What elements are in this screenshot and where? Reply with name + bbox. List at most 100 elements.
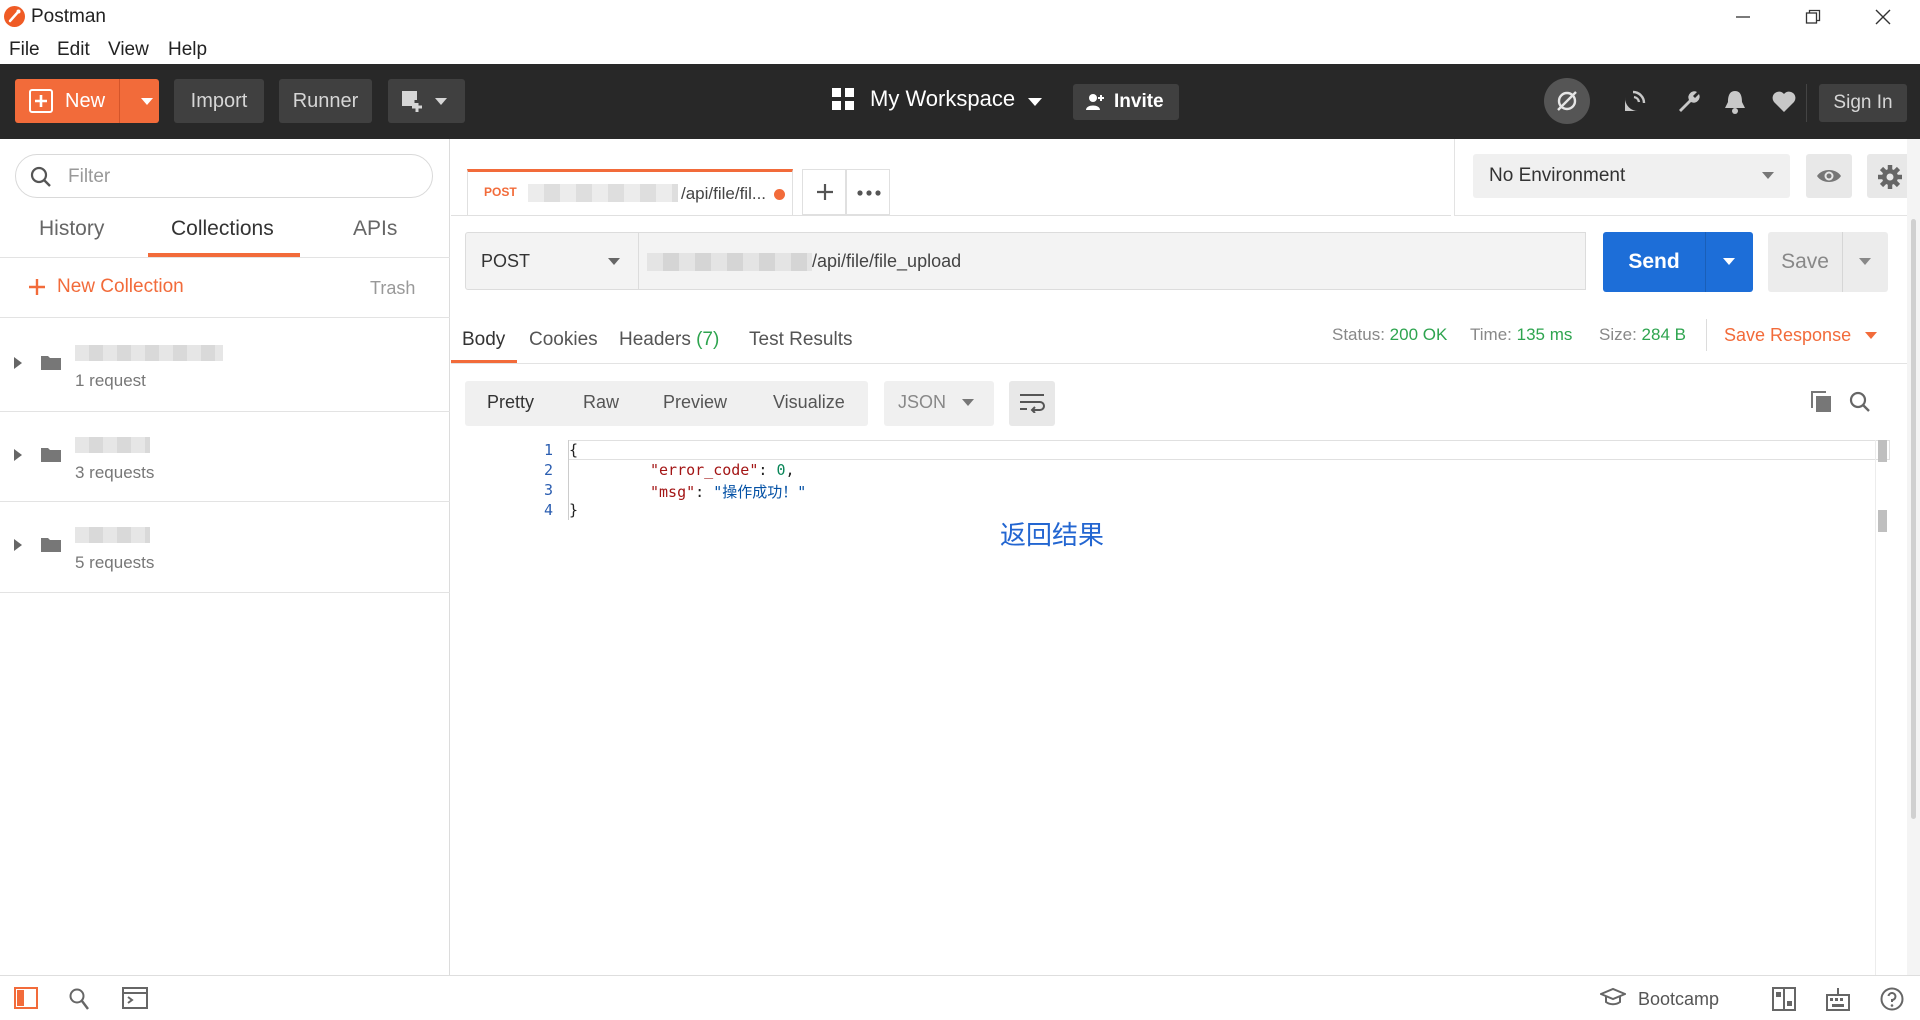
- caret-right-icon[interactable]: [14, 449, 22, 461]
- tab-headers[interactable]: Headers (7): [619, 329, 719, 351]
- method-select[interactable]: POST: [465, 232, 639, 290]
- toggle-sidebar-icon[interactable]: [14, 987, 38, 1009]
- status-bar: Bootcamp: [0, 975, 1920, 1020]
- collection-name-redacted: [75, 527, 150, 543]
- collection-item[interactable]: 5 requests: [0, 501, 450, 593]
- new-tab-button[interactable]: [802, 169, 846, 215]
- view-pretty[interactable]: Pretty: [487, 392, 534, 413]
- two-pane-view-icon[interactable]: [1772, 987, 1796, 1011]
- trash-link[interactable]: Trash: [370, 278, 415, 299]
- tab-options-button[interactable]: [846, 169, 890, 215]
- new-collection-button[interactable]: New Collection: [57, 276, 184, 298]
- wrap-icon: [1019, 393, 1045, 413]
- request-tab[interactable]: POST /api/file/fil...: [467, 169, 793, 215]
- view-visualize[interactable]: Visualize: [773, 392, 845, 413]
- environment-selected: No Environment: [1489, 165, 1626, 186]
- satellite-icon[interactable]: [1621, 89, 1647, 115]
- menu-help[interactable]: Help: [168, 39, 207, 61]
- new-dropdown-icon[interactable]: [141, 98, 153, 106]
- host-redacted: [647, 253, 812, 271]
- restore-button[interactable]: [1778, 0, 1848, 34]
- send-button[interactable]: Send: [1603, 232, 1753, 292]
- bootcamp-icon: [1600, 987, 1626, 1009]
- workspace-grid-icon: [832, 88, 854, 110]
- tab-apis[interactable]: APIs: [353, 217, 397, 241]
- close-button[interactable]: [1848, 0, 1918, 34]
- tab-test-results[interactable]: Test Results: [749, 329, 852, 351]
- gear-icon: [1877, 164, 1903, 190]
- console-icon[interactable]: [122, 987, 148, 1009]
- status-value: 200 OK: [1389, 325, 1448, 344]
- menu-file[interactable]: File: [9, 39, 40, 61]
- sign-in-button[interactable]: Sign In: [1819, 84, 1907, 122]
- bootcamp-button[interactable]: Bootcamp: [1638, 989, 1719, 1010]
- app-header: New Import Runner My Workspace Invite Si…: [0, 64, 1920, 139]
- headers-count: (7): [696, 329, 720, 350]
- environment-quick-look-button[interactable]: [1806, 154, 1852, 198]
- workspace-dropdown-icon[interactable]: [1028, 98, 1042, 107]
- add-user-icon: [1085, 93, 1105, 111]
- tab-body[interactable]: Body: [462, 329, 505, 351]
- menu-bar: File Edit View Help: [0, 34, 1920, 64]
- copy-icon[interactable]: [1810, 391, 1832, 413]
- view-raw[interactable]: Raw: [583, 392, 619, 413]
- wrench-icon[interactable]: [1676, 89, 1702, 115]
- search-response-icon[interactable]: [1849, 391, 1871, 413]
- title-bar: Postman: [0, 0, 1920, 34]
- save-dropdown-icon[interactable]: [1859, 258, 1871, 266]
- url-value: /api/file/file_upload: [812, 251, 962, 271]
- json-key: "msg": [650, 483, 696, 501]
- line-number: 4: [543, 501, 553, 519]
- editor-scrollbar[interactable]: [1875, 440, 1889, 975]
- tab-history[interactable]: History: [39, 217, 104, 241]
- response-body-editor[interactable]: 1 2 3 4 { "error_code": 0, "msg": "操作成功！…: [451, 440, 1895, 975]
- minimize-button[interactable]: [1708, 0, 1778, 34]
- response-time: Time: 135 ms: [1470, 325, 1573, 344]
- send-dropdown-icon[interactable]: [1723, 258, 1735, 266]
- save-button[interactable]: Save: [1768, 232, 1888, 292]
- request-tab-method: POST: [484, 185, 517, 199]
- annotation-text: 返回结果: [1000, 521, 1105, 551]
- import-button[interactable]: Import: [174, 79, 264, 123]
- postman-logo-icon: [4, 6, 25, 27]
- chevron-down-icon[interactable]: [1865, 332, 1877, 340]
- folder-icon: [41, 536, 61, 552]
- view-mode-group: Pretty Raw Preview Visualize: [465, 381, 868, 426]
- line-number: 1: [543, 441, 553, 459]
- size-value: 284 B: [1641, 325, 1686, 344]
- tab-collections[interactable]: Collections: [171, 217, 274, 241]
- chevron-down-icon: [435, 98, 447, 106]
- sync-off-icon[interactable]: [1544, 78, 1590, 124]
- menu-view[interactable]: View: [108, 39, 149, 61]
- new-button-label: New: [65, 90, 106, 112]
- help-icon[interactable]: [1880, 987, 1904, 1011]
- runner-button[interactable]: Runner: [279, 79, 372, 123]
- bell-icon[interactable]: [1724, 89, 1746, 115]
- keyboard-shortcuts-icon[interactable]: [1826, 987, 1850, 1011]
- collection-item[interactable]: 3 requests: [0, 411, 450, 503]
- new-button[interactable]: New: [15, 79, 159, 123]
- url-input[interactable]: /api/file/file_upload: [639, 232, 1586, 290]
- view-preview[interactable]: Preview: [663, 392, 727, 413]
- heart-icon[interactable]: [1771, 91, 1797, 113]
- save-response-button[interactable]: Save Response: [1724, 325, 1851, 346]
- wrap-lines-button[interactable]: [1009, 381, 1055, 426]
- find-replace-icon[interactable]: [68, 987, 90, 1011]
- menu-edit[interactable]: Edit: [57, 39, 90, 61]
- tab-cookies[interactable]: Cookies: [529, 329, 598, 351]
- caret-right-icon[interactable]: [14, 357, 22, 369]
- unsaved-indicator: [774, 189, 785, 200]
- caret-right-icon[interactable]: [14, 539, 22, 551]
- chevron-down-icon: [1762, 172, 1774, 180]
- workspace-switcher[interactable]: My Workspace: [870, 86, 1015, 112]
- environment-select[interactable]: No Environment: [1473, 154, 1790, 198]
- filter-field[interactable]: [15, 154, 433, 198]
- main-scrollbar[interactable]: [1907, 139, 1920, 975]
- invite-button[interactable]: Invite: [1073, 84, 1179, 120]
- line-number: 3: [543, 481, 553, 499]
- new-window-button[interactable]: [388, 79, 465, 123]
- collection-item[interactable]: 1 request: [0, 319, 450, 411]
- eye-icon: [1816, 167, 1842, 185]
- filter-input[interactable]: [68, 163, 408, 191]
- format-select[interactable]: JSON: [884, 381, 994, 426]
